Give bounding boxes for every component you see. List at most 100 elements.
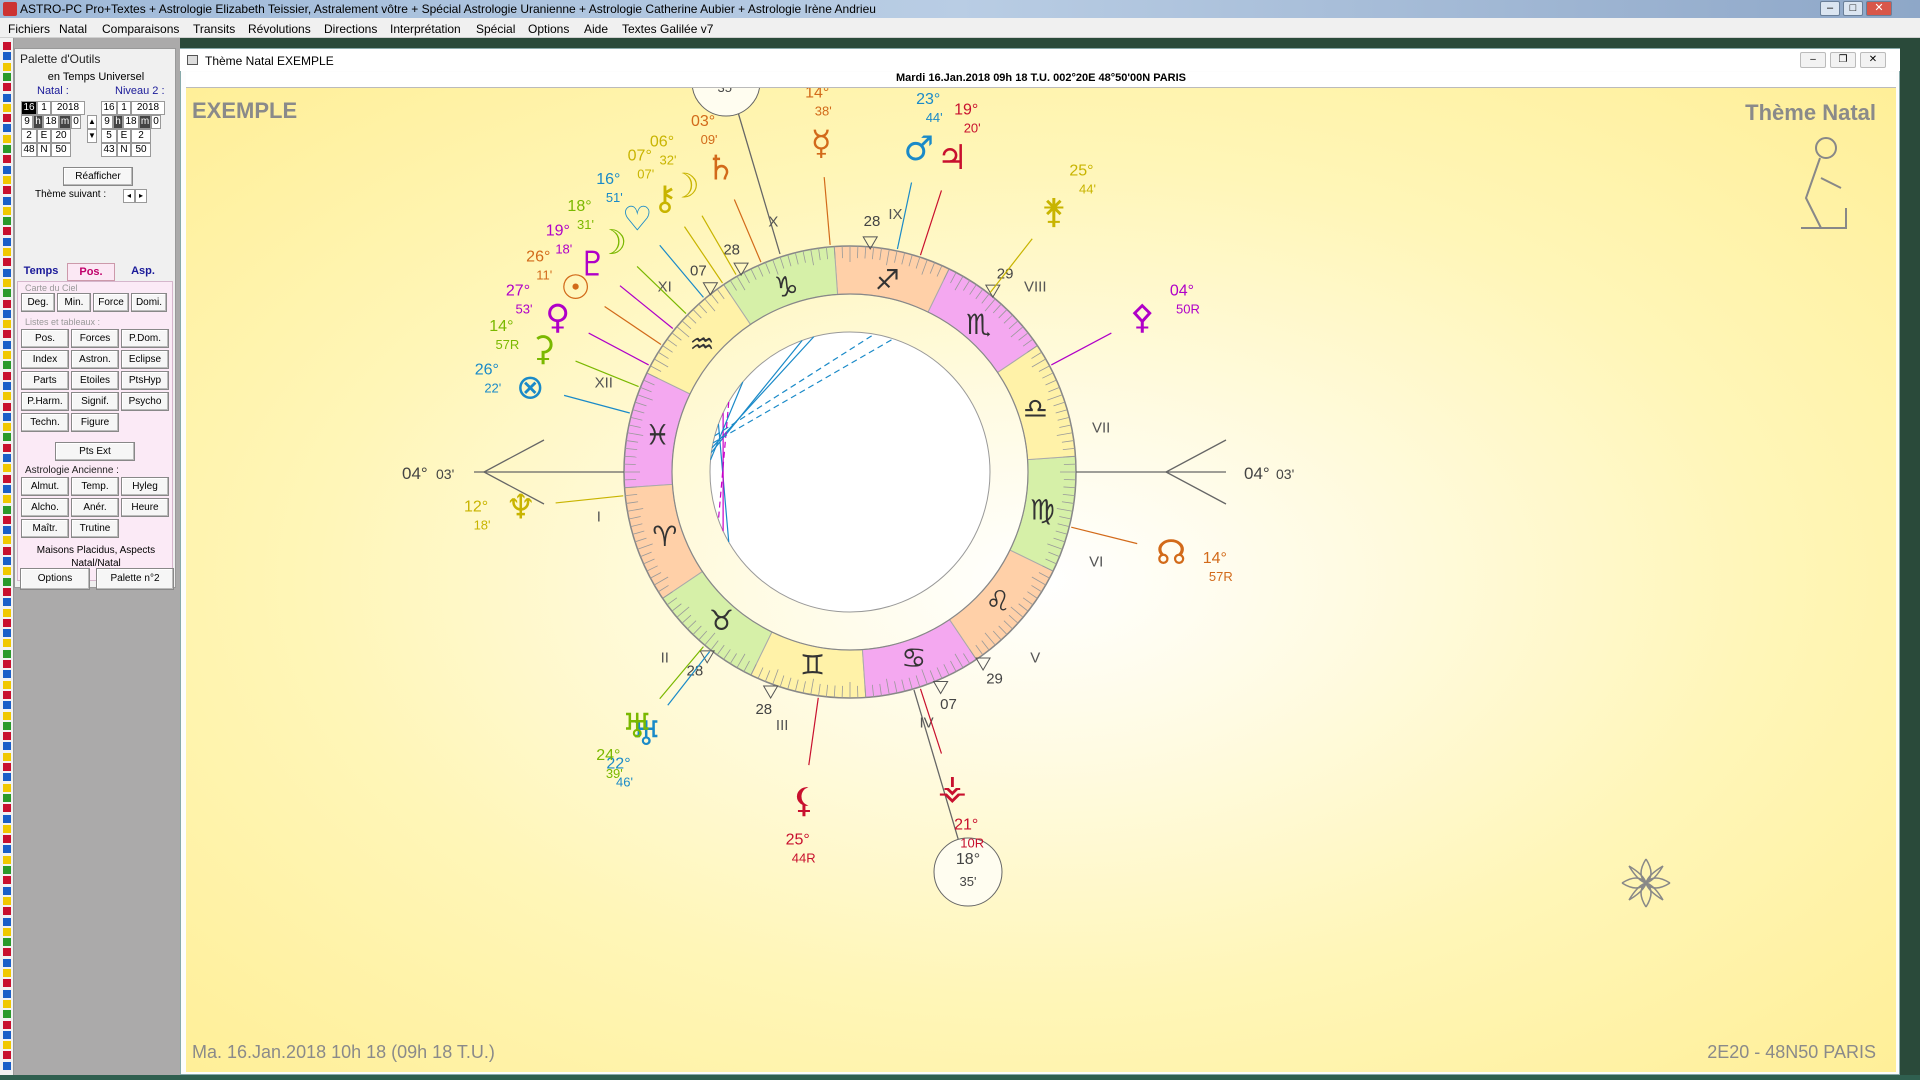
minimize-button[interactable]: – xyxy=(1820,1,1840,16)
color-square xyxy=(3,464,11,473)
ptshyp-button[interactable]: PtsHyp xyxy=(121,371,169,390)
menu-fichiers[interactable]: Fichiers xyxy=(8,22,50,36)
domi-button[interactable]: Domi. xyxy=(131,293,167,312)
almut-button[interactable]: Almut. xyxy=(21,477,69,496)
color-square xyxy=(3,732,11,741)
natal-spin-up[interactable]: ▲ xyxy=(87,115,97,129)
color-square xyxy=(3,1020,11,1029)
color-square xyxy=(3,361,11,370)
options-button[interactable]: Options xyxy=(20,568,90,590)
natal-hour[interactable]: 9 xyxy=(21,115,33,129)
index-button[interactable]: Index xyxy=(21,350,69,369)
niveau-lat-deg[interactable]: 43 xyxy=(101,143,117,157)
color-strip xyxy=(0,38,14,1080)
child-close-button[interactable]: ✕ xyxy=(1860,52,1886,68)
temp-button[interactable]: Temp. xyxy=(71,477,119,496)
menu-directions[interactable]: Directions xyxy=(324,22,377,36)
niveau-lon-deg[interactable]: 5 xyxy=(101,129,117,143)
deg-button[interactable]: Deg. xyxy=(21,293,55,312)
prev-theme-button[interactable]: ◂ xyxy=(123,189,135,203)
aner-button[interactable]: Anér. xyxy=(71,498,119,517)
color-square xyxy=(3,330,11,339)
color-square xyxy=(3,402,11,411)
niveau-lon-min[interactable]: 2 xyxy=(131,129,151,143)
planet-degree: 25° xyxy=(786,831,810,848)
trutine-button[interactable]: Trutine xyxy=(71,519,119,538)
palette2-button[interactable]: Palette n°2 xyxy=(96,568,174,590)
pos-list-button[interactable]: Pos. xyxy=(21,329,69,348)
natal-lat-min[interactable]: 50 xyxy=(51,143,71,157)
min-button[interactable]: Min. xyxy=(57,293,91,312)
niveau-day[interactable]: 16 xyxy=(101,101,117,115)
color-square xyxy=(3,217,11,226)
niveau-lon-dir[interactable]: E xyxy=(117,129,131,143)
natal-month[interactable]: 1 xyxy=(37,101,51,115)
natal-lat-dir[interactable]: N xyxy=(37,143,51,157)
pharm-button[interactable]: P.Harm. xyxy=(21,392,69,411)
pdom-button[interactable]: P.Dom. xyxy=(121,329,169,348)
pts-ext-button[interactable]: Pts Ext xyxy=(55,442,135,461)
planet-line xyxy=(555,495,624,504)
natal-lon-min[interactable]: 20 xyxy=(51,129,71,143)
house-numeral: I xyxy=(597,508,601,525)
natal-year[interactable]: 2018 xyxy=(51,101,85,115)
menu-interpretation[interactable]: Interprétation xyxy=(390,22,461,36)
alcho-button[interactable]: Alcho. xyxy=(21,498,69,517)
niveau-second[interactable]: 0 xyxy=(151,115,161,129)
tab-pos[interactable]: Pos. xyxy=(67,263,115,281)
eclipse-button[interactable]: Eclipse xyxy=(121,350,169,369)
niveau-lat-min[interactable]: 50 xyxy=(131,143,151,157)
tab-temps[interactable]: Temps xyxy=(19,263,63,281)
menu-transits[interactable]: Transits xyxy=(193,22,235,36)
window-icon xyxy=(187,55,198,65)
maitr-button[interactable]: Maîtr. xyxy=(21,519,69,538)
refresh-button[interactable]: Réafficher xyxy=(63,167,133,186)
niveau-hour[interactable]: 9 xyxy=(101,115,113,129)
signif-button[interactable]: Signif. xyxy=(71,392,119,411)
planet-degree: 04° xyxy=(1170,282,1194,299)
psycho-button[interactable]: Psycho xyxy=(121,392,169,411)
menu-aide[interactable]: Aide xyxy=(584,22,608,36)
planet-glyph: ⚸ xyxy=(791,781,816,821)
niveau-year[interactable]: 2018 xyxy=(131,101,165,115)
forces-button[interactable]: Forces xyxy=(71,329,119,348)
menu-natal[interactable]: Natal xyxy=(59,22,87,36)
chart-canvas: EXEMPLE Thème Natal Ma. 16.Jan.2018 10h … xyxy=(186,88,1896,1072)
color-square xyxy=(3,886,11,895)
planet-line xyxy=(823,177,831,245)
planet-line xyxy=(808,697,819,766)
maximize-button[interactable]: □ xyxy=(1843,1,1863,16)
natal-spin-down[interactable]: ▼ xyxy=(87,129,97,143)
natal-lon-dir[interactable]: E xyxy=(37,129,51,143)
menu-textes-galilee[interactable]: Textes Galilée v7 xyxy=(622,22,713,36)
close-button[interactable]: ✕ xyxy=(1866,1,1892,16)
natal-minute[interactable]: 18 xyxy=(43,115,59,129)
color-square xyxy=(3,1051,11,1060)
niveau-lat-dir[interactable]: N xyxy=(117,143,131,157)
astron-button[interactable]: Astron. xyxy=(71,350,119,369)
heure-button[interactable]: Heure xyxy=(121,498,169,517)
menu-options[interactable]: Options xyxy=(528,22,569,36)
child-restore-button[interactable]: ❐ xyxy=(1830,52,1856,68)
natal-day[interactable]: 16 xyxy=(21,101,37,115)
niveau-month[interactable]: 1 xyxy=(117,101,131,115)
etoiles-button[interactable]: Etoiles xyxy=(71,371,119,390)
force-button[interactable]: Force xyxy=(93,293,129,312)
menu-revolutions[interactable]: Révolutions xyxy=(248,22,311,36)
natal-lat-deg[interactable]: 48 xyxy=(21,143,37,157)
menu-special[interactable]: Spécial xyxy=(476,22,515,36)
child-minimize-button[interactable]: – xyxy=(1800,52,1826,68)
parts-button[interactable]: Parts xyxy=(21,371,69,390)
niveau-minute[interactable]: 18 xyxy=(123,115,139,129)
hyleg-button[interactable]: Hyleg xyxy=(121,477,169,496)
color-square xyxy=(3,917,11,926)
figure-button[interactable]: Figure xyxy=(71,413,119,432)
menu-comparaisons[interactable]: Comparaisons xyxy=(102,22,179,36)
planet-degree: 25° xyxy=(1069,163,1093,180)
natal-second[interactable]: 0 xyxy=(71,115,81,129)
tab-asp[interactable]: Asp. xyxy=(119,263,167,281)
next-theme-button[interactable]: ▸ xyxy=(135,189,147,203)
natal-lon-deg[interactable]: 2 xyxy=(21,129,37,143)
techn-button[interactable]: Techn. xyxy=(21,413,69,432)
planet-glyph: ♅ xyxy=(622,707,652,747)
